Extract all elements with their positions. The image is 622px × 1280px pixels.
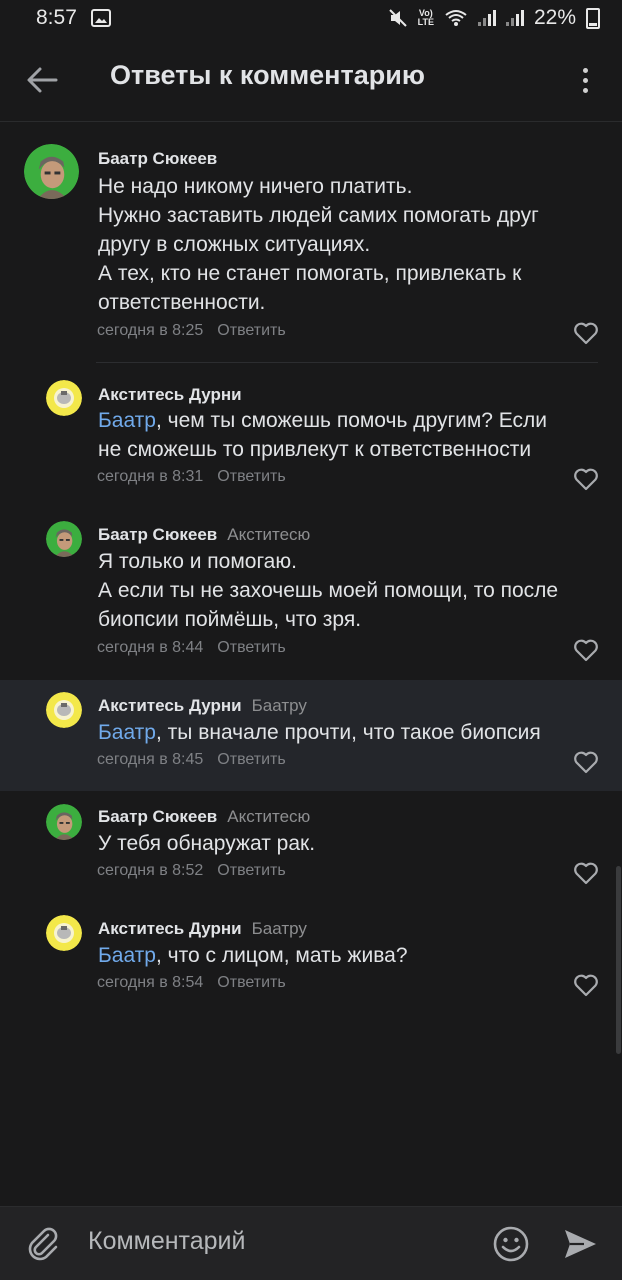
reply-button[interactable]: Ответить [217,974,285,991]
reply-item: Баатр Сюкеев Акститесю У тебя обнаружат р… [0,791,622,903]
heart-icon[interactable] [573,321,599,345]
more-options-icon[interactable] [574,60,596,100]
signal-icon-2 [505,10,524,26]
page-title: Ответы к комментарию [110,60,425,90]
send-icon[interactable] [562,1227,598,1261]
reply-to[interactable]: Баатру [252,919,307,938]
battery-icon [586,7,600,29]
heart-icon[interactable] [573,973,599,997]
author-name[interactable]: Баатр Сюкеев [98,807,217,826]
heart-icon[interactable] [573,638,599,662]
author-name[interactable]: Акститесь Дурни [98,696,242,715]
heart-icon[interactable] [573,861,599,885]
reply-item: Акститесь Дурни Баатру Баатр, что с лицом… [0,903,622,1015]
comment-header: Акститесь Дурни Баатру [98,696,307,716]
reply-button[interactable]: Ответить [217,751,285,768]
avatar-akstites[interactable] [46,380,82,416]
mention-link[interactable]: Баатр [98,409,156,432]
status-time: 8:57 [36,6,77,29]
comment-text: Не надо никому ничего платить. Нужно зас… [98,175,539,314]
status-bar: 8:57 Vo) LTE 22% [0,0,622,36]
heart-icon[interactable] [573,750,599,774]
comment-header: Акститесь Дурни Баатру [98,919,307,939]
author-name[interactable]: Баатр Сюкеев [98,149,217,168]
battery-percent: 22% [533,6,576,29]
back-arrow-icon[interactable] [24,62,60,98]
comment-text: Я только и помогаю. А если ты не захочеш… [98,550,559,631]
reply-item: Баатр Сюкеев Акститесю Я только и помогаю… [0,503,622,680]
mention-link[interactable]: Баатр [98,944,156,967]
comment-meta: сегодня в 8:54 Ответить [97,974,286,992]
comment-text: У тебя обнаружат рак. [98,832,316,855]
comment-time: сегодня в 8:25 [97,322,204,339]
wifi-icon [445,10,467,26]
comment-text: Баатр, ты вначале прочти, что такое биоп… [98,721,541,744]
comment-meta: сегодня в 8:44 Ответить [97,639,286,657]
scrollbar[interactable] [616,866,621,1054]
reply-to[interactable]: Баатру [252,696,307,715]
reply-item: Акститесь Дурни Баатр, чем ты сможешь по… [0,363,622,503]
avatar-baatr[interactable] [24,144,79,199]
author-name[interactable]: Баатр Сюкеев [98,525,217,544]
comment-meta: сегодня в 8:45 Ответить [97,751,286,769]
avatar-baatr[interactable] [46,804,82,840]
paperclip-icon[interactable] [24,1225,62,1263]
avatar-akstites[interactable] [46,915,82,951]
reply-to[interactable]: Акститесю [227,807,310,826]
comment-text: Баатр, что с лицом, мать жива? [98,944,408,967]
reply-button[interactable]: Ответить [217,639,285,656]
top-app-bar: Ответы к комментарию [0,36,622,122]
author-name[interactable]: Акститесь Дурни [98,919,242,938]
comment-time: сегодня в 8:31 [97,468,204,485]
comment-time: сегодня в 8:45 [97,751,204,768]
reply-button[interactable]: Ответить [217,862,285,879]
comment-time: сегодня в 8:52 [97,862,204,879]
reply-item-highlighted: Акститесь Дурни Баатру Баатр, ты вначале … [0,680,622,791]
comment-header: Баатр Сюкеев Акститесю [98,807,310,827]
mention-link[interactable]: Баатр [98,721,156,744]
comment-header: Баатр Сюкеев Акститесю [98,525,310,545]
comment-text: Баатр, чем ты сможешь помочь другим? Есл… [98,409,548,461]
comment-time: сегодня в 8:44 [97,639,204,656]
avatar-akstites[interactable] [46,692,82,728]
author-name[interactable]: Акститесь Дурни [98,385,242,404]
heart-icon[interactable] [573,467,599,491]
avatar-baatr[interactable] [46,521,82,557]
comment-meta: сегодня в 8:25 Ответить [97,322,286,340]
comment-composer: Комментарий [0,1206,622,1280]
volte-icon: Vo) LTE [417,8,434,27]
comment-time: сегодня в 8:54 [97,974,204,991]
reply-to[interactable]: Акститесю [227,525,310,544]
comment-header: Акститесь Дурни [98,385,242,405]
image-notification-icon [90,9,111,27]
mute-icon [388,9,407,27]
comment-header: Баатр Сюкеев [98,149,217,169]
emoji-icon[interactable] [492,1225,530,1263]
comment-meta: сегодня в 8:52 Ответить [97,862,286,880]
comment-meta: сегодня в 8:31 Ответить [97,468,286,486]
comment-root: Баатр Сюкеев Не надо никому ничего плати… [0,122,622,362]
reply-button[interactable]: Ответить [217,322,285,339]
signal-icon [477,10,496,26]
reply-button[interactable]: Ответить [217,468,285,485]
comment-input[interactable]: Комментарий [88,1227,245,1256]
